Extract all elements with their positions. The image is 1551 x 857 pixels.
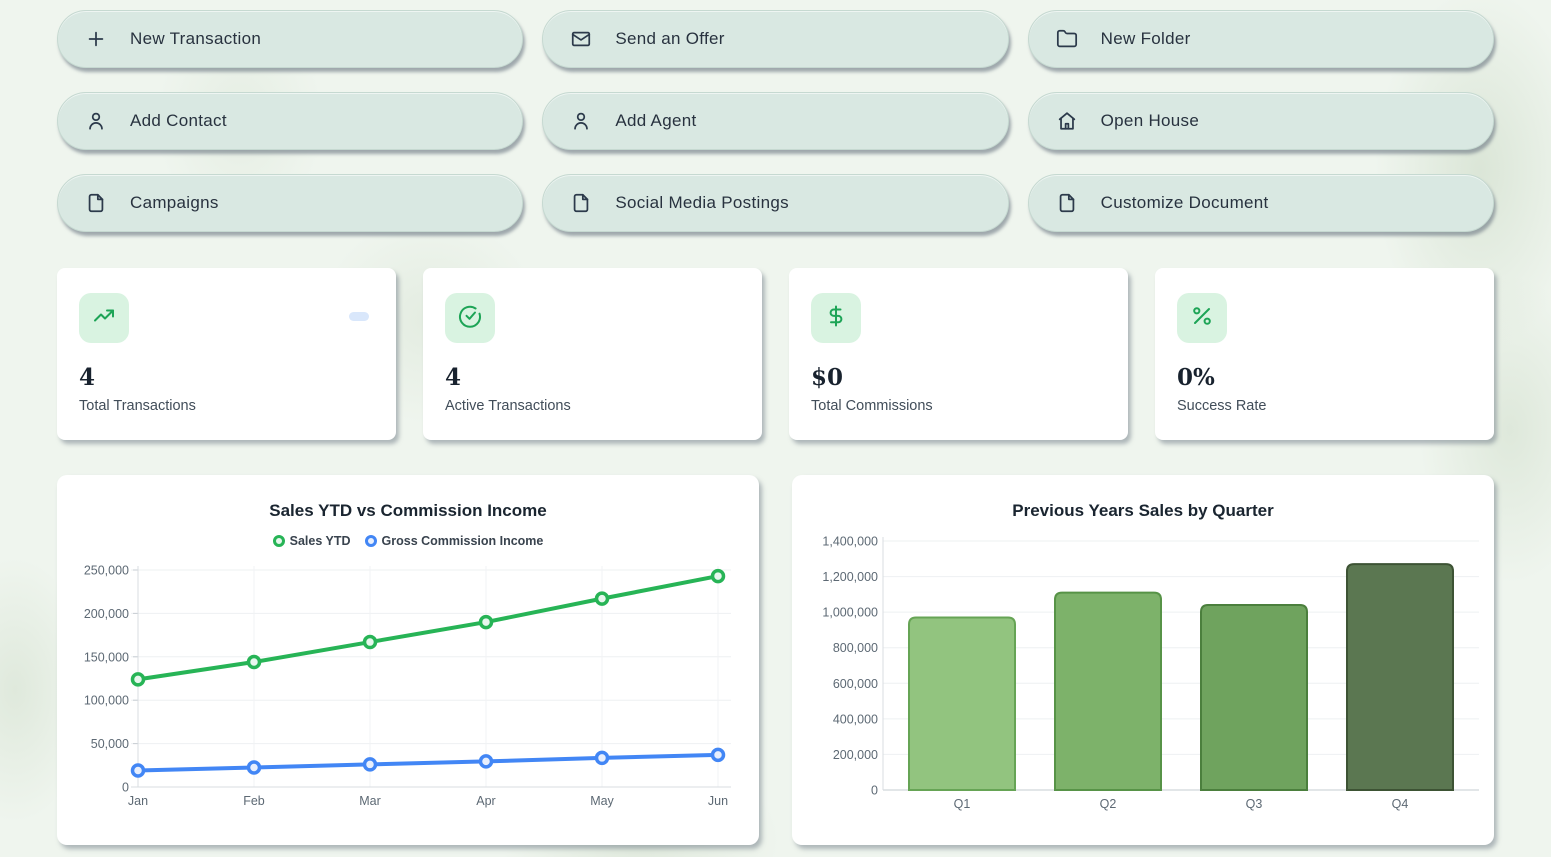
quick-action-label: Customize Document (1100, 193, 1269, 212)
legend-circle-icon (364, 535, 377, 547)
stats-row: 4 Total Transactions 4 Active Transactio… (57, 232, 1494, 440)
dollar-icon (824, 304, 848, 333)
svg-text:Q3: Q3 (1246, 797, 1263, 811)
stat-value: 4 (445, 364, 462, 391)
person-icon (85, 110, 107, 132)
svg-text:800,000: 800,000 (833, 641, 878, 655)
open-house-button[interactable]: Open House (1027, 92, 1494, 150)
new-folder-button[interactable]: New Folder (1027, 10, 1494, 68)
svg-text:1,000,000: 1,000,000 (822, 606, 878, 620)
svg-text:250,000: 250,000 (84, 564, 129, 578)
mini-badge (349, 312, 369, 321)
stat-icon-tile (79, 293, 129, 343)
legend-item-sales-ytd[interactable]: Sales YTD (272, 534, 351, 548)
bar-chart-svg: 0 200,000 400,000 600,000 800,000 1,000,000 1,… (822, 535, 1479, 811)
percent-icon (1190, 304, 1214, 333)
home-icon (1056, 110, 1078, 132)
charts-row: Sales YTD vs Commission Income Sales YTD… (57, 440, 1494, 845)
trending-up-icon (92, 304, 116, 333)
quick-actions-grid: New Transaction Send an Offer New Folder… (57, 10, 1494, 232)
svg-text:Apr: Apr (476, 794, 495, 808)
quick-action-label: Add Agent (615, 111, 697, 130)
quick-action-label: Social Media Postings (615, 193, 789, 212)
stat-icon-tile (445, 293, 495, 343)
check-circle-icon (458, 304, 482, 333)
legend-circle-icon (272, 535, 285, 547)
stat-label: Success Rate (1177, 398, 1267, 415)
quick-action-label: Open House (1100, 111, 1200, 130)
line-chart-legend: Sales YTD Gross Commission Income (57, 534, 759, 548)
svg-text:Mar: Mar (359, 794, 381, 808)
stat-label: Total Commissions (811, 398, 933, 415)
line-chart-card: Sales YTD vs Commission Income Sales YTD… (57, 475, 759, 845)
quick-action-label: Campaigns (130, 193, 219, 212)
stat-card-total-transactions: 4 Total Transactions (57, 268, 396, 440)
quick-action-label: Add Contact (130, 111, 227, 130)
svg-text:Q2: Q2 (1100, 797, 1117, 811)
svg-text:Feb: Feb (243, 794, 265, 808)
stat-label: Active Transactions (445, 398, 571, 415)
svg-text:600,000: 600,000 (833, 677, 878, 691)
stat-card-active-transactions: 4 Active Transactions (423, 268, 762, 440)
legend-item-gross-commission-income[interactable]: Gross Commission Income (364, 534, 544, 548)
svg-text:Q4: Q4 (1392, 797, 1409, 811)
legend-label: Gross Commission Income (381, 534, 544, 548)
stat-value: 4 (79, 364, 96, 391)
mail-icon (570, 28, 592, 50)
line-chart-title: Sales YTD vs Commission Income (269, 501, 547, 520)
stat-card-success-rate: 0% Success Rate (1155, 268, 1494, 440)
send-an-offer-button[interactable]: Send an Offer (542, 10, 1009, 68)
file-icon (85, 192, 107, 214)
add-agent-button[interactable]: Add Agent (542, 92, 1009, 150)
bar-chart-title: Previous Years Sales by Quarter (1012, 501, 1274, 520)
add-contact-button[interactable]: Add Contact (57, 92, 524, 150)
svg-text:200,000: 200,000 (84, 607, 129, 621)
person-icon (570, 110, 592, 132)
file-icon (570, 192, 592, 214)
legend-label: Sales YTD (289, 534, 351, 548)
svg-text:50,000: 50,000 (91, 737, 129, 751)
svg-text:1,400,000: 1,400,000 (822, 535, 878, 549)
line-chart-svg: 0 50,000 100,000 150,000 200,000 250,000 Jan Fe… (84, 564, 731, 808)
quick-action-label: New Transaction (130, 29, 262, 48)
campaigns-button[interactable]: Campaigns (57, 174, 524, 232)
stat-value: $0 (811, 364, 844, 391)
new-transaction-button[interactable]: New Transaction (57, 10, 524, 68)
svg-text:0: 0 (871, 784, 878, 798)
file-icon (1056, 192, 1078, 214)
stat-card-total-commissions: $0 Total Commissions (789, 268, 1128, 440)
quick-action-label: Send an Offer (615, 29, 725, 48)
plus-icon (85, 28, 107, 50)
folder-icon (1056, 28, 1078, 50)
quick-action-label: New Folder (1100, 29, 1191, 48)
customize-document-button[interactable]: Customize Document (1027, 174, 1494, 232)
svg-text:100,000: 100,000 (84, 694, 129, 708)
svg-text:May: May (590, 794, 614, 808)
stat-label: Total Transactions (79, 398, 196, 415)
dashboard-page: New Transaction Send an Offer New Folder… (0, 0, 1551, 845)
svg-text:1,200,000: 1,200,000 (822, 570, 878, 584)
svg-text:0: 0 (122, 781, 129, 795)
social-media-postings-button[interactable]: Social Media Postings (542, 174, 1009, 232)
svg-text:Q1: Q1 (954, 797, 971, 811)
svg-text:150,000: 150,000 (84, 650, 129, 664)
stat-icon-tile (1177, 293, 1227, 343)
svg-text:Jun: Jun (708, 794, 728, 808)
stat-icon-tile (811, 293, 861, 343)
svg-text:400,000: 400,000 (833, 712, 878, 726)
svg-text:Jan: Jan (128, 794, 148, 808)
svg-text:200,000: 200,000 (833, 748, 878, 762)
bar-chart-card: Previous Years Sales by Quarter 0 200,000… (792, 475, 1494, 845)
stat-value: 0% (1177, 364, 1215, 391)
